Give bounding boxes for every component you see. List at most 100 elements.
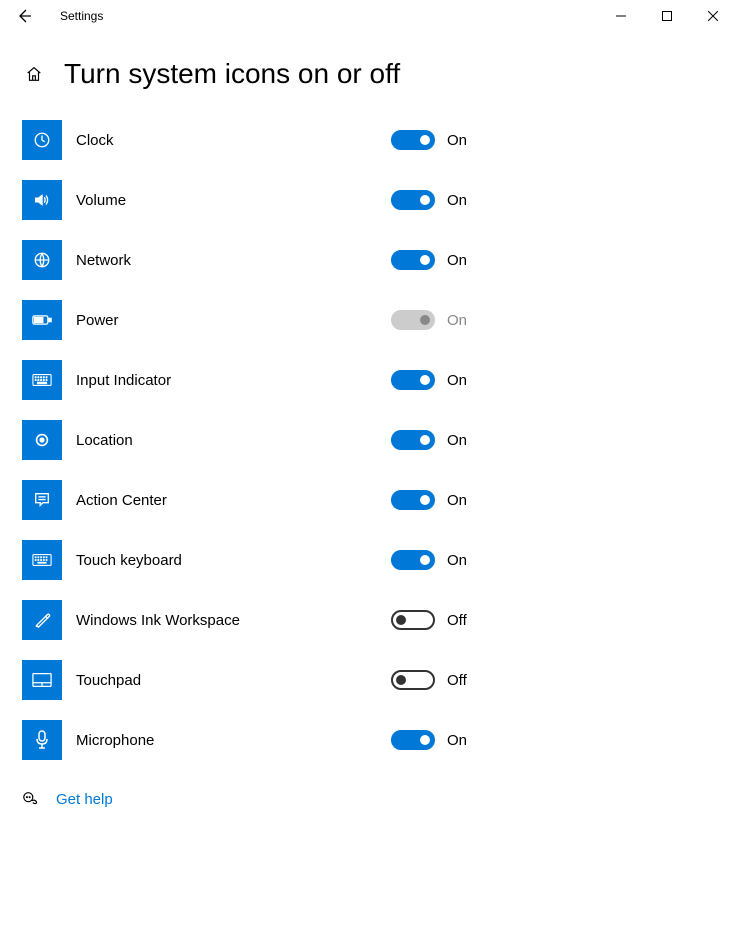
titlebar: Settings bbox=[0, 0, 736, 32]
network-label: Network bbox=[76, 252, 131, 269]
system-icons-list: ClockOnVolumeOnNetworkOnPowerOnInput Ind… bbox=[0, 120, 736, 760]
volume-label: Volume bbox=[76, 192, 126, 209]
system-icon-row-ink: Windows Ink Workspace Off bbox=[22, 600, 736, 640]
clock-toggle[interactable] bbox=[391, 130, 435, 150]
close-icon bbox=[708, 11, 718, 21]
window-controls bbox=[598, 0, 736, 32]
microphone-toggle-knob bbox=[420, 735, 430, 745]
system-icon-row-volume: Volume On bbox=[22, 180, 736, 220]
clock-toggle-wrap: On bbox=[391, 130, 736, 150]
power-label: Power bbox=[76, 312, 119, 329]
maximize-icon bbox=[662, 11, 672, 21]
system-icon-row-touchkb: Touch keyboard On bbox=[22, 540, 736, 580]
microphone-icon-tile bbox=[22, 720, 62, 760]
system-icon-row-network: Network On bbox=[22, 240, 736, 280]
ink-toggle[interactable] bbox=[391, 610, 435, 630]
home-icon bbox=[25, 65, 43, 83]
location-toggle-state-label: On bbox=[447, 432, 467, 449]
volume-icon-tile bbox=[22, 180, 62, 220]
help-icon-wrap bbox=[22, 790, 40, 808]
touchkb-label: Touch keyboard bbox=[76, 552, 182, 569]
touchpad-toggle-wrap: Off bbox=[391, 670, 736, 690]
touchkb-icon-tile bbox=[22, 540, 62, 580]
back-button[interactable] bbox=[0, 0, 48, 32]
action-toggle-wrap: On bbox=[391, 490, 736, 510]
power-toggle-wrap: On bbox=[391, 310, 736, 330]
action-toggle[interactable] bbox=[391, 490, 435, 510]
input-toggle[interactable] bbox=[391, 370, 435, 390]
action-icon bbox=[33, 491, 51, 509]
touchkb-icon bbox=[32, 553, 52, 567]
network-icon-tile bbox=[22, 240, 62, 280]
microphone-label: Microphone bbox=[76, 732, 154, 749]
system-icon-row-microphone: Microphone On bbox=[22, 720, 736, 760]
page-header: Turn system icons on or off bbox=[0, 32, 736, 120]
clock-label: Clock bbox=[76, 132, 114, 149]
microphone-toggle-state-label: On bbox=[447, 732, 467, 749]
minimize-icon bbox=[616, 11, 626, 21]
system-icon-row-input: Input Indicator On bbox=[22, 360, 736, 400]
volume-icon bbox=[33, 191, 51, 209]
system-icon-row-touchpad: Touchpad Off bbox=[22, 660, 736, 700]
network-toggle[interactable] bbox=[391, 250, 435, 270]
microphone-toggle[interactable] bbox=[391, 730, 435, 750]
page-title: Turn system icons on or off bbox=[64, 58, 400, 90]
action-toggle-state-label: On bbox=[447, 492, 467, 509]
ink-toggle-wrap: Off bbox=[391, 610, 736, 630]
touchpad-toggle-state-label: Off bbox=[447, 672, 467, 689]
touchkb-toggle-knob bbox=[420, 555, 430, 565]
touchpad-toggle[interactable] bbox=[391, 670, 435, 690]
touchpad-toggle-knob bbox=[396, 675, 406, 685]
power-toggle-knob bbox=[420, 315, 430, 325]
input-toggle-state-label: On bbox=[447, 372, 467, 389]
input-toggle-knob bbox=[420, 375, 430, 385]
back-arrow-icon bbox=[16, 8, 32, 24]
power-toggle bbox=[391, 310, 435, 330]
network-icon bbox=[33, 251, 51, 269]
power-icon-tile bbox=[22, 300, 62, 340]
ink-icon-tile bbox=[22, 600, 62, 640]
input-toggle-wrap: On bbox=[391, 370, 736, 390]
touchpad-icon bbox=[32, 672, 52, 688]
clock-toggle-state-label: On bbox=[447, 132, 467, 149]
ink-toggle-knob bbox=[396, 615, 406, 625]
touchpad-icon-tile bbox=[22, 660, 62, 700]
touchkb-toggle-state-label: On bbox=[447, 552, 467, 569]
location-toggle-wrap: On bbox=[391, 430, 736, 450]
location-toggle[interactable] bbox=[391, 430, 435, 450]
minimize-button[interactable] bbox=[598, 0, 644, 32]
home-button[interactable] bbox=[22, 65, 46, 83]
volume-toggle-state-label: On bbox=[447, 192, 467, 209]
location-label: Location bbox=[76, 432, 133, 449]
microphone-toggle-wrap: On bbox=[391, 730, 736, 750]
network-toggle-state-label: On bbox=[447, 252, 467, 269]
power-toggle-state-label: On bbox=[447, 312, 467, 329]
clock-toggle-knob bbox=[420, 135, 430, 145]
input-icon bbox=[32, 373, 52, 387]
action-toggle-knob bbox=[420, 495, 430, 505]
clock-icon-tile bbox=[22, 120, 62, 160]
touchkb-toggle-wrap: On bbox=[391, 550, 736, 570]
ink-icon bbox=[33, 611, 51, 629]
get-help-link[interactable]: Get help bbox=[56, 791, 113, 808]
action-icon-tile bbox=[22, 480, 62, 520]
network-toggle-knob bbox=[420, 255, 430, 265]
close-button[interactable] bbox=[690, 0, 736, 32]
ink-label: Windows Ink Workspace bbox=[76, 612, 240, 629]
help-icon bbox=[22, 790, 40, 808]
network-toggle-wrap: On bbox=[391, 250, 736, 270]
maximize-button[interactable] bbox=[644, 0, 690, 32]
system-icon-row-location: Location On bbox=[22, 420, 736, 460]
help-row: Get help bbox=[0, 790, 736, 808]
window-title: Settings bbox=[60, 9, 103, 23]
ink-toggle-state-label: Off bbox=[447, 612, 467, 629]
touchpad-label: Touchpad bbox=[76, 672, 141, 689]
system-icon-row-action: Action CenterOn bbox=[22, 480, 736, 520]
touchkb-toggle[interactable] bbox=[391, 550, 435, 570]
system-icon-row-clock: Clock On bbox=[22, 120, 736, 160]
microphone-icon bbox=[35, 730, 49, 750]
input-label: Input Indicator bbox=[76, 372, 171, 389]
volume-toggle[interactable] bbox=[391, 190, 435, 210]
location-icon bbox=[33, 431, 51, 449]
clock-icon bbox=[33, 131, 51, 149]
